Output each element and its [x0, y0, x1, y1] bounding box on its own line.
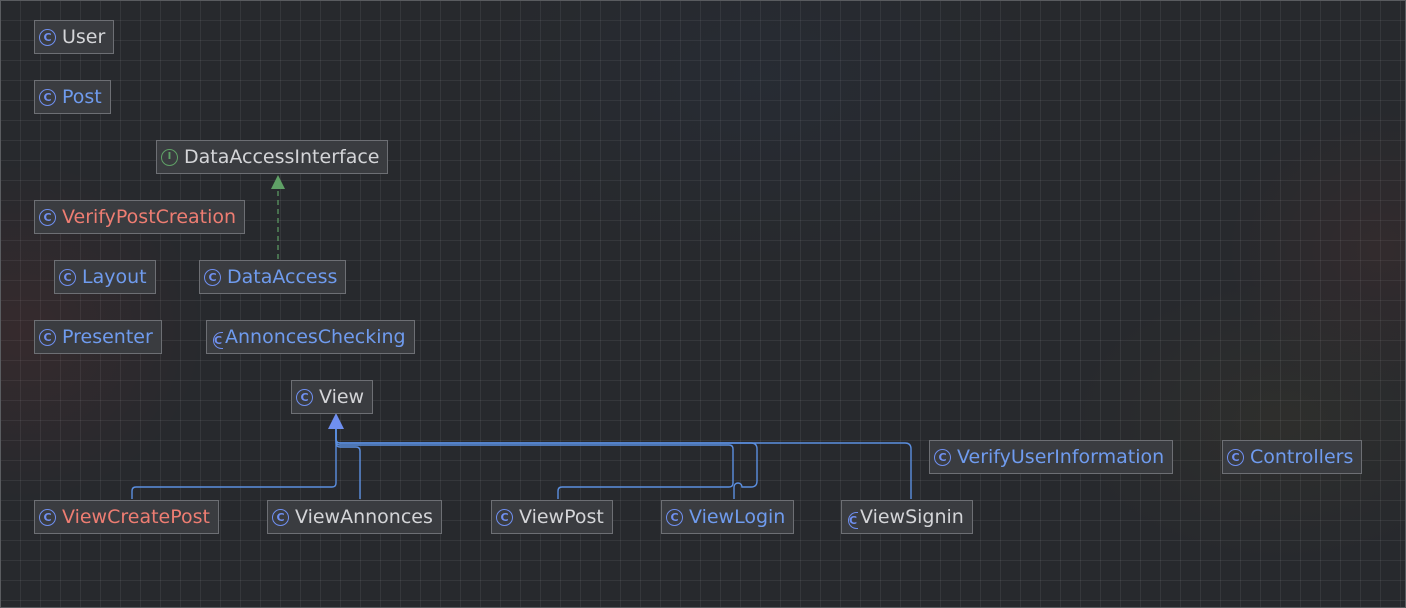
class-icon: C: [39, 508, 56, 526]
node-label: View: [319, 385, 365, 408]
class-node-controllers[interactable]: C Controllers: [1222, 440, 1363, 474]
class-icon: C: [848, 511, 858, 529]
edge-view-login-to-view: [335, 429, 758, 499]
class-node-view-annonces[interactable]: C ViewAnnonces: [267, 500, 442, 534]
class-icon: C: [39, 208, 56, 226]
class-node-verify-post-creation[interactable]: C VerifyPostCreation: [34, 200, 246, 234]
class-icon: C: [59, 268, 76, 286]
uml-diagram-canvas[interactable]: C User C Post I DataAccessInterface C Ve…: [0, 0, 1406, 608]
node-label: DataAccess: [227, 265, 338, 288]
node-label: ViewAnnonces: [295, 505, 433, 528]
class-icon: C: [39, 28, 56, 46]
node-label: DataAccessInterface: [184, 145, 380, 168]
class-node-post[interactable]: C Post: [34, 80, 111, 114]
class-node-verify-user-information[interactable]: C VerifyUserInformation: [929, 440, 1174, 474]
class-icon: C: [1227, 448, 1244, 466]
class-node-view-login[interactable]: C ViewLogin: [661, 500, 795, 534]
class-icon: C: [213, 331, 223, 349]
class-icon: C: [39, 88, 56, 106]
edge-view-signin-to-view: [335, 429, 912, 499]
class-node-data-access[interactable]: C DataAccess: [199, 260, 347, 294]
node-label: Layout: [82, 265, 147, 288]
class-icon: C: [666, 508, 683, 526]
node-label: User: [62, 25, 106, 48]
class-icon: C: [934, 448, 951, 466]
interface-node-data-access-interface[interactable]: I DataAccessInterface: [156, 140, 389, 174]
class-node-view-signin[interactable]: C ViewSignin: [841, 500, 973, 534]
generalization-arrowhead: [328, 413, 344, 429]
interface-icon: I: [161, 148, 178, 166]
node-label: Controllers: [1250, 445, 1354, 468]
class-node-user[interactable]: C User: [34, 20, 115, 54]
node-label: AnnoncesChecking: [225, 325, 406, 348]
class-icon: C: [204, 268, 221, 286]
class-node-presenter[interactable]: C Presenter: [34, 320, 162, 354]
edge-view-annonces-to-view: [335, 429, 361, 499]
node-label: VerifyUserInformation: [957, 445, 1165, 468]
class-node-view-create-post[interactable]: C ViewCreatePost: [34, 500, 219, 534]
node-label: ViewCreatePost: [62, 505, 210, 528]
class-node-annonces-checking[interactable]: C AnnoncesChecking: [206, 320, 415, 354]
edge-view-post-to-view: [335, 429, 734, 499]
class-icon: C: [272, 508, 289, 526]
class-node-view[interactable]: C View: [291, 380, 374, 414]
node-label: Presenter: [62, 325, 153, 348]
node-label: ViewSignin: [860, 505, 964, 528]
node-label: ViewLogin: [689, 505, 786, 528]
node-label: ViewPost: [519, 505, 604, 528]
class-icon: C: [39, 328, 56, 346]
class-node-layout[interactable]: C Layout: [54, 260, 156, 294]
node-label: Post: [62, 85, 102, 108]
class-node-view-post[interactable]: C ViewPost: [491, 500, 613, 534]
class-icon: C: [496, 508, 513, 526]
node-label: VerifyPostCreation: [62, 205, 237, 228]
edge-view-create-post-to-view: [131, 429, 337, 499]
realization-arrowhead: [271, 175, 285, 189]
class-icon: C: [296, 388, 313, 406]
